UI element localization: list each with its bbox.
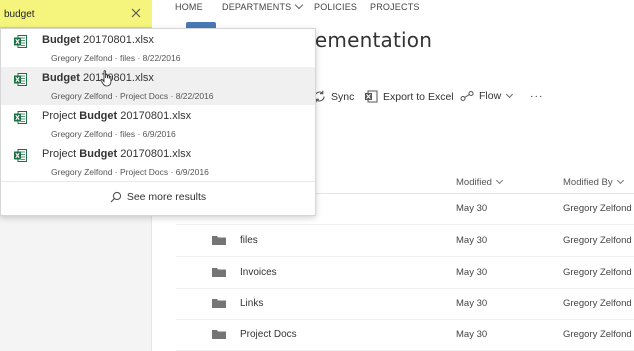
- row-modified: May 30: [456, 267, 488, 278]
- chevron-down-icon: [495, 176, 503, 185]
- search-results-dropdown: Budget 20170801.xlsx Gregory Zelfond · f…: [0, 28, 316, 216]
- sync-button[interactable]: Sync: [313, 90, 354, 103]
- see-more-results-link[interactable]: See more results: [1, 191, 315, 203]
- see-more-results-label: See more results: [126, 191, 207, 203]
- excel-file-icon: [14, 111, 27, 124]
- search-result-item[interactable]: Budget 20170801.xlsx Gregory Zelfond · P…: [1, 67, 315, 105]
- column-header-modified-by-label: Modified By: [563, 177, 613, 188]
- hand-cursor-icon: [100, 70, 112, 87]
- row-name[interactable]: files: [240, 235, 258, 246]
- row-name[interactable]: Project Docs: [240, 329, 297, 340]
- command-bar: Sync Export to Excel Flow ···: [300, 86, 634, 110]
- result-title: Project Budget 20170801.xlsx: [42, 110, 191, 122]
- column-header-modified-label: Modified: [456, 177, 492, 188]
- result-title-rest: 20170801.xlsx: [79, 34, 154, 46]
- row-name[interactable]: Invoices: [240, 267, 277, 278]
- result-title: Budget 20170801.xlsx: [42, 72, 154, 84]
- row-modified: May 30: [456, 329, 488, 340]
- column-header-modified[interactable]: Modified: [456, 176, 503, 188]
- search-input[interactable]: [4, 6, 124, 22]
- nav-departments-label: DEPARTMENTS: [222, 2, 292, 12]
- row-modified-by: Gregory Zelfond: [563, 267, 632, 278]
- result-meta: Gregory Zelfond · Project Docs · 6/9/201…: [51, 167, 209, 177]
- chevron-down-icon: [506, 90, 514, 98]
- top-navigation: HOME DEPARTMENTS POLICIES PROJECTS: [152, 0, 634, 16]
- more-options-button[interactable]: ···: [530, 90, 544, 102]
- result-title-rest: 20170801.xlsx: [79, 72, 154, 84]
- export-to-excel-label: Export to Excel: [383, 90, 454, 103]
- folder-icon: [212, 299, 226, 308]
- nav-projects[interactable]: PROJECTS: [370, 2, 420, 12]
- export-to-excel-button[interactable]: Export to Excel: [364, 90, 454, 103]
- close-icon[interactable]: [130, 7, 142, 19]
- result-title: Project Budget 20170801.xlsx: [42, 148, 191, 160]
- nav-policies[interactable]: POLICIES: [314, 2, 357, 12]
- table-row[interactable]: Invoices May 30 Gregory Zelfond: [176, 258, 634, 289]
- result-title-prefix: Project: [42, 110, 80, 122]
- result-title-match: Budget: [42, 34, 80, 46]
- folder-icon: [212, 236, 226, 245]
- flow-icon: [460, 91, 474, 101]
- search-box: [0, 0, 152, 28]
- folder-icon: [212, 268, 226, 277]
- row-modified-by: Gregory Zelfond: [563, 298, 632, 309]
- result-title-rest: 20170801.xlsx: [117, 110, 192, 122]
- chevron-down-icon: [295, 0, 304, 10]
- nav-departments[interactable]: DEPARTMENTS: [222, 0, 304, 12]
- row-name[interactable]: Links: [240, 298, 263, 309]
- flow-menu[interactable]: Flow: [460, 90, 514, 102]
- row-modified-by: Gregory Zelfond: [563, 329, 632, 340]
- result-title-match: Budget: [79, 148, 118, 160]
- result-meta: Gregory Zelfond · files · 6/9/2016: [51, 129, 176, 139]
- folder-icon: [212, 330, 226, 339]
- excel-file-icon: [14, 73, 27, 86]
- row-modified: May 30: [456, 235, 488, 246]
- result-title-match: Budget: [42, 72, 80, 84]
- row-modified-by: Gregory Zelfond: [563, 235, 632, 246]
- result-title-rest: 20170801.xlsx: [117, 148, 192, 160]
- row-modified-by: Gregory Zelfond: [563, 203, 632, 214]
- result-meta: Gregory Zelfond · Project Docs · 8/22/20…: [51, 91, 214, 101]
- row-modified: May 30: [456, 298, 488, 309]
- search-result-item[interactable]: Project Budget 20170801.xlsx Gregory Zel…: [1, 143, 315, 181]
- search-result-item[interactable]: Project Budget 20170801.xlsx Gregory Zel…: [1, 105, 315, 143]
- table-row[interactable]: Links May 30 Gregory Zelfond: [176, 289, 634, 320]
- column-header-modified-by[interactable]: Modified By: [563, 176, 624, 188]
- search-icon: [110, 191, 121, 203]
- excel-file-icon: [14, 149, 27, 162]
- nav-home[interactable]: HOME: [175, 2, 203, 12]
- excel-file-icon: [14, 35, 27, 48]
- sync-label: Sync: [331, 90, 355, 103]
- chevron-down-icon: [616, 176, 624, 185]
- result-title-match: Budget: [79, 110, 118, 122]
- table-row[interactable]: Project Docs May 30 Gregory Zelfond: [176, 320, 634, 351]
- result-title: Budget 20170801.xlsx: [42, 34, 154, 46]
- table-row[interactable]: files May 30 Gregory Zelfond: [176, 226, 634, 257]
- row-modified: May 30: [456, 203, 488, 214]
- excel-icon: [365, 90, 378, 103]
- flow-label: Flow: [479, 90, 502, 102]
- result-title-prefix: Project: [42, 148, 80, 160]
- search-result-item[interactable]: Budget 20170801.xlsx Gregory Zelfond · f…: [1, 29, 315, 67]
- dropdown-divider: [1, 181, 315, 182]
- result-meta: Gregory Zelfond · files · 8/22/2016: [51, 53, 181, 63]
